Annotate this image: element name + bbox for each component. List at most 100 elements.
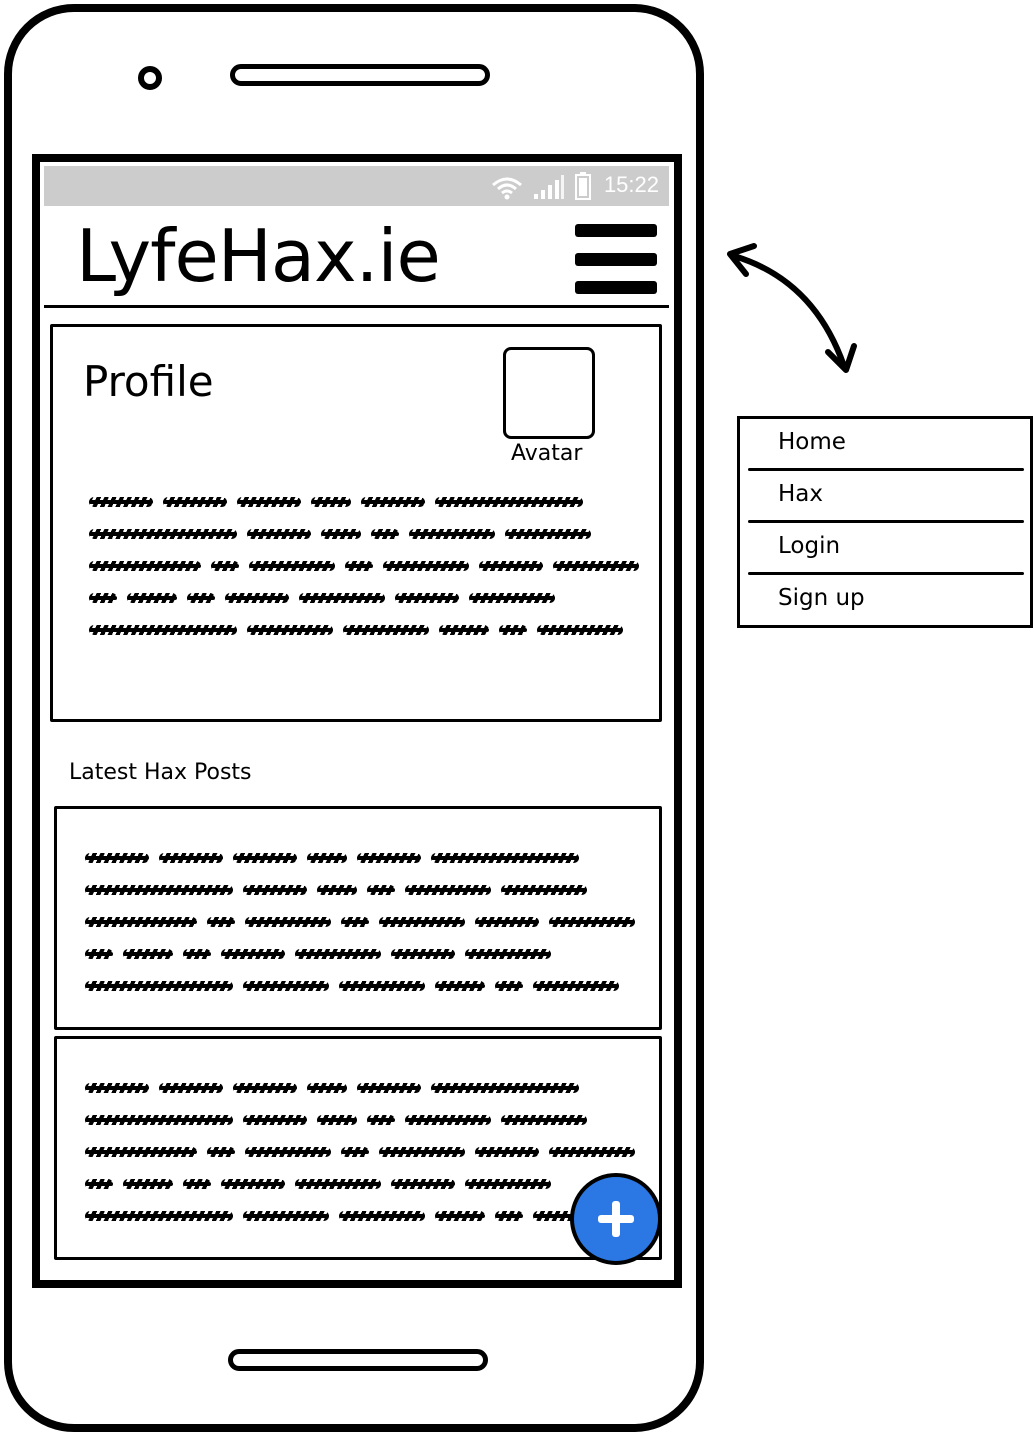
scribble-placeholder — [127, 589, 177, 607]
scribble-placeholder — [339, 977, 425, 995]
scribble-placeholder — [299, 589, 385, 607]
placeholder-line — [85, 1143, 635, 1161]
plus-icon — [598, 1201, 634, 1237]
scribble-placeholder — [553, 557, 639, 575]
scribble-placeholder — [391, 1175, 455, 1193]
scribble-placeholder — [85, 945, 113, 963]
post-text-placeholder — [85, 849, 635, 995]
scribble-placeholder — [431, 849, 579, 867]
scribble-placeholder — [465, 945, 551, 963]
nav-item-login[interactable]: Login — [740, 523, 1030, 575]
scribble-placeholder — [89, 621, 237, 639]
hamburger-line — [575, 252, 657, 266]
placeholder-line — [85, 881, 635, 899]
scribble-placeholder — [85, 913, 197, 931]
scribble-placeholder — [295, 1175, 381, 1193]
scribble-placeholder — [395, 589, 459, 607]
hamburger-menu-icon[interactable] — [575, 224, 657, 294]
placeholder-line — [85, 1079, 635, 1097]
scribble-placeholder — [89, 525, 237, 543]
latest-posts-heading: Latest Hax Posts — [69, 760, 252, 785]
scribble-placeholder — [367, 1111, 395, 1129]
scribble-placeholder — [439, 621, 489, 639]
scribble-placeholder — [159, 1079, 223, 1097]
scribble-placeholder — [85, 1111, 233, 1129]
placeholder-line — [85, 1175, 635, 1193]
scribble-placeholder — [89, 493, 153, 511]
scribble-placeholder — [341, 913, 369, 931]
scribble-placeholder — [435, 977, 485, 995]
scribble-placeholder — [343, 621, 429, 639]
scribble-placeholder — [295, 945, 381, 963]
scribble-placeholder — [549, 1143, 635, 1161]
scribble-placeholder — [409, 525, 495, 543]
scribble-placeholder — [123, 1175, 173, 1193]
scribble-placeholder — [243, 1111, 307, 1129]
placeholder-line — [85, 1207, 635, 1225]
scribble-placeholder — [435, 493, 583, 511]
placeholder-line — [89, 589, 639, 607]
scribble-placeholder — [465, 1175, 551, 1193]
scribble-placeholder — [85, 849, 149, 867]
nav-menu: Home Hax Login Sign up — [737, 416, 1033, 628]
nav-item-hax[interactable]: Hax — [740, 471, 1030, 523]
scribble-placeholder — [233, 849, 297, 867]
scribble-placeholder — [247, 621, 333, 639]
app-title: LyfeHax.ie — [76, 214, 441, 298]
scribble-placeholder — [237, 493, 301, 511]
wifi-icon — [492, 177, 522, 200]
placeholder-line — [85, 945, 635, 963]
profile-card: Profile Avatar — [50, 324, 662, 722]
scribble-placeholder — [475, 913, 539, 931]
double-arrow-icon — [727, 243, 857, 373]
placeholder-line — [85, 849, 635, 867]
scribble-placeholder — [367, 881, 395, 899]
earpiece-speaker — [230, 64, 490, 86]
scribble-placeholder — [379, 913, 465, 931]
scribble-placeholder — [321, 525, 361, 543]
scribble-placeholder — [475, 1143, 539, 1161]
add-post-button[interactable] — [570, 1173, 662, 1265]
nav-item-label: Hax — [778, 481, 824, 507]
scribble-placeholder — [549, 913, 635, 931]
hamburger-line — [575, 281, 657, 294]
scribble-placeholder — [383, 557, 469, 575]
scribble-placeholder — [405, 881, 491, 899]
scribble-placeholder — [501, 1111, 587, 1129]
scribble-placeholder — [361, 493, 425, 511]
hamburger-line — [575, 224, 657, 237]
scribble-placeholder — [317, 881, 357, 899]
scribble-placeholder — [501, 881, 587, 899]
placeholder-line — [89, 493, 639, 511]
scribble-placeholder — [495, 1207, 523, 1225]
scribble-placeholder — [371, 525, 399, 543]
nav-item-sign-up[interactable]: Sign up — [740, 575, 1030, 627]
signal-icon — [534, 175, 564, 199]
scribble-placeholder — [233, 1079, 297, 1097]
scribble-placeholder — [245, 1143, 331, 1161]
avatar[interactable] — [503, 347, 595, 439]
scribble-placeholder — [85, 1079, 149, 1097]
placeholder-line — [89, 525, 639, 543]
scribble-placeholder — [533, 977, 619, 995]
scribble-placeholder — [499, 621, 527, 639]
scribble-placeholder — [391, 945, 455, 963]
scribble-placeholder — [249, 557, 335, 575]
scribble-placeholder — [311, 493, 351, 511]
scribble-placeholder — [163, 493, 227, 511]
scribble-placeholder — [537, 621, 623, 639]
scribble-placeholder — [221, 945, 285, 963]
scribble-placeholder — [85, 1143, 197, 1161]
nav-item-label: Home — [778, 429, 846, 455]
profile-title: Profile — [83, 357, 214, 406]
scribble-placeholder — [85, 881, 233, 899]
scribble-placeholder — [379, 1143, 465, 1161]
scribble-placeholder — [159, 849, 223, 867]
scribble-placeholder — [345, 557, 373, 575]
nav-item-home[interactable]: Home — [740, 419, 1030, 471]
scribble-placeholder — [221, 1175, 285, 1193]
scribble-placeholder — [225, 589, 289, 607]
status-icons — [491, 172, 591, 200]
scribble-placeholder — [89, 557, 201, 575]
post-card[interactable] — [54, 806, 662, 1030]
